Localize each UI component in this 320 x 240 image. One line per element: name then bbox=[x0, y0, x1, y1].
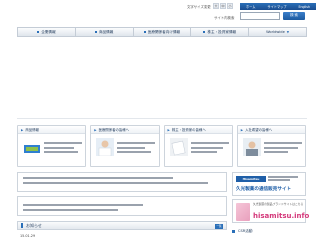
search-input[interactable] bbox=[240, 12, 280, 20]
news-title: お知らせ bbox=[26, 222, 42, 228]
bullet-icon bbox=[232, 230, 235, 233]
arrow-right-icon: ▶ bbox=[21, 127, 24, 132]
nav-item-label: 企業情報 bbox=[41, 29, 56, 34]
card-products[interactable]: ▶ 商品情報 bbox=[17, 125, 87, 167]
card-recruit[interactable]: ▶ 入社希望の皆様へ bbox=[236, 125, 306, 167]
news-header: お知らせ 一覧 bbox=[17, 221, 227, 230]
card-title: 入社希望の皆様へ bbox=[245, 128, 273, 132]
sitemap-link[interactable]: サイトマップ bbox=[267, 4, 286, 9]
banner-title: hisamitsu.info bbox=[253, 212, 310, 220]
chevron-down-icon: ▼ bbox=[286, 30, 290, 34]
brand-logo: Hisamitsu bbox=[236, 176, 266, 182]
bullet-icon bbox=[95, 31, 97, 33]
bullet-icon bbox=[143, 31, 146, 33]
employee-photo bbox=[242, 138, 261, 156]
global-nav: 企業情報 商品情報 医療関係者向け情報 株主・投資家情報 Worldwide ▼ bbox=[17, 27, 307, 37]
utility-bar: 文字サイズ変更 大 中 小 ホーム サイトマップ English bbox=[0, 3, 320, 11]
nav-item-label: Worldwide bbox=[266, 30, 285, 34]
csr-link[interactable]: CSR活動 bbox=[232, 227, 306, 236]
font-size-medium-button[interactable]: 中 bbox=[220, 3, 226, 9]
nav-item-label: 株主・投資家情報 bbox=[207, 29, 237, 34]
online-shop-banner[interactable]: Hisamitsu 久光製薬の通信販売サイト bbox=[232, 172, 306, 196]
nav-item-label: 商品情報 bbox=[99, 29, 114, 34]
info-box bbox=[17, 172, 227, 192]
brand-site-banner[interactable]: 久光製薬の製品ブランドサイトはこちら hisamitsu.info bbox=[232, 199, 310, 223]
arrow-right-icon: ▶ bbox=[240, 127, 244, 132]
card-medical[interactable]: ▶ 医療関係者の皆様へ bbox=[90, 125, 160, 167]
card-header: ▶ 入社希望の皆様へ bbox=[237, 126, 305, 134]
font-size-small-button[interactable]: 小 bbox=[227, 3, 233, 9]
card-investors[interactable]: ▶ 株主・投資家の皆様へ bbox=[163, 125, 233, 167]
nav-item-medical[interactable]: 医療関係者向け情報 bbox=[132, 27, 191, 37]
bullet-icon bbox=[203, 31, 206, 33]
utility-links: ホーム サイトマップ English bbox=[240, 3, 316, 10]
bullet-icon bbox=[37, 31, 40, 33]
card-title: 株主・投資家の皆様へ bbox=[171, 128, 206, 132]
info-box bbox=[17, 196, 227, 216]
product-package-image bbox=[24, 141, 40, 153]
hero-divider bbox=[17, 118, 307, 119]
banner-subtext: 久光製薬の製品ブランドサイトはこちら bbox=[253, 202, 304, 206]
nav-item-investors[interactable]: 株主・投資家情報 bbox=[190, 27, 249, 37]
bullet-icon bbox=[21, 223, 23, 228]
nav-item-company[interactable]: 企業情報 bbox=[17, 27, 75, 37]
category-cards: ▶ 商品情報 ▶ 医療関係者の皆様へ ▶ 株主・投資家の皆様へ ▶ 入社希望の皆… bbox=[17, 125, 306, 167]
search-label: サイト内検索 bbox=[214, 16, 235, 20]
nav-item-worldwide[interactable]: Worldwide ▼ bbox=[248, 27, 307, 37]
card-title: 医療関係者の皆様へ bbox=[98, 128, 130, 132]
nav-item-label: 医療関係者向け情報 bbox=[147, 29, 181, 34]
card-description bbox=[117, 141, 159, 155]
card-description bbox=[44, 141, 86, 155]
card-title: 商品情報 bbox=[25, 128, 39, 132]
nav-item-products[interactable]: 商品情報 bbox=[74, 27, 133, 37]
banner-subtext bbox=[268, 176, 304, 182]
brand-product-image bbox=[236, 203, 250, 221]
font-size-large-button[interactable]: 大 bbox=[213, 3, 219, 9]
card-header: ▶ 医療関係者の皆様へ bbox=[91, 126, 159, 134]
card-description bbox=[263, 141, 306, 155]
search-button[interactable]: 検 索 bbox=[283, 12, 305, 20]
card-header: ▶ 株主・投資家の皆様へ bbox=[164, 126, 232, 134]
doctor-photo bbox=[96, 138, 115, 156]
news-list-button[interactable]: 一覧 bbox=[215, 224, 223, 229]
banner-title: 久光製薬の通信販売サイト bbox=[236, 187, 292, 192]
csr-label: CSR活動 bbox=[238, 229, 253, 233]
document-photo bbox=[169, 138, 188, 156]
english-link[interactable]: English bbox=[298, 5, 310, 9]
card-description bbox=[190, 141, 233, 155]
news-date: 15.01.29 bbox=[20, 234, 36, 238]
arrow-right-icon: ▶ bbox=[167, 127, 170, 132]
card-header: ▶ 商品情報 bbox=[18, 126, 86, 134]
arrow-right-icon: ▶ bbox=[94, 127, 97, 132]
font-size-label: 文字サイズ変更 bbox=[187, 5, 211, 9]
home-link[interactable]: ホーム bbox=[246, 4, 255, 9]
